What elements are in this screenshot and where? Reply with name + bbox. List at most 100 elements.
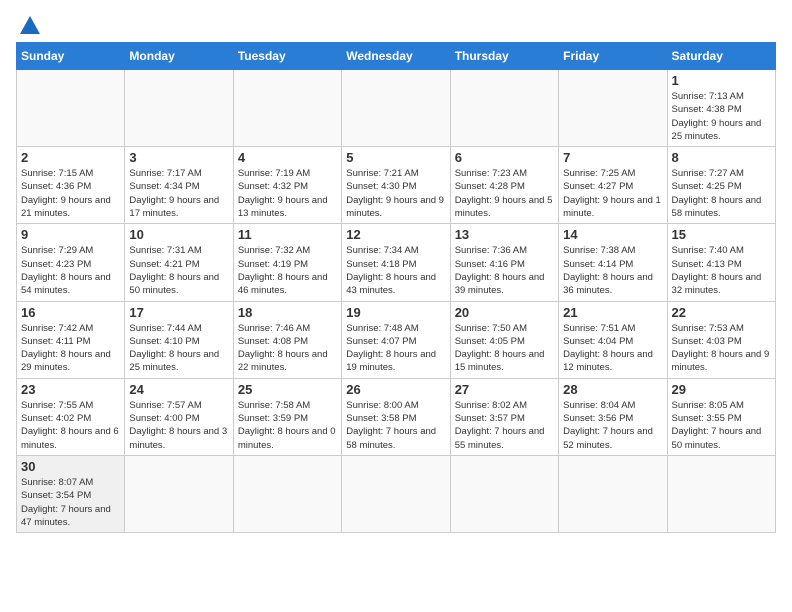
calendar-cell: 11 Sunrise: 7:32 AMSunset: 4:19 PMDayligh… (233, 224, 341, 301)
day-info: Sunrise: 7:23 AMSunset: 4:28 PMDaylight:… (455, 167, 554, 220)
day-number: 14 (563, 227, 662, 242)
day-info: Sunrise: 7:36 AMSunset: 4:16 PMDaylight:… (455, 244, 554, 297)
calendar-cell: 7 Sunrise: 7:25 AMSunset: 4:27 PMDaylight… (559, 147, 667, 224)
day-info: Sunrise: 7:46 AMSunset: 4:08 PMDaylight:… (238, 322, 337, 375)
day-info: Sunrise: 7:50 AMSunset: 4:05 PMDaylight:… (455, 322, 554, 375)
calendar-cell: 14 Sunrise: 7:38 AMSunset: 4:14 PMDayligh… (559, 224, 667, 301)
day-info: Sunrise: 7:17 AMSunset: 4:34 PMDaylight:… (129, 167, 228, 220)
day-number: 30 (21, 459, 120, 474)
day-info: Sunrise: 7:13 AMSunset: 4:38 PMDaylight:… (672, 90, 771, 143)
day-number: 27 (455, 382, 554, 397)
calendar-cell (559, 70, 667, 147)
calendar-cell: 8Sunrise: 7:27 AMSunset: 4:25 PMDaylight… (667, 147, 775, 224)
calendar-header-row: SundayMondayTuesdayWednesdayThursdayFrid… (17, 43, 776, 70)
day-info: Sunrise: 7:34 AMSunset: 4:18 PMDaylight:… (346, 244, 445, 297)
day-info: Sunrise: 7:42 AMSunset: 4:11 PMDaylight:… (21, 322, 120, 375)
calendar-cell: 23 Sunrise: 7:55 AMSunset: 4:02 PMDayligh… (17, 378, 125, 455)
day-number: 4 (238, 150, 337, 165)
day-number: 24 (129, 382, 228, 397)
calendar-cell: 5 Sunrise: 7:21 AMSunset: 4:30 PMDaylight… (342, 147, 450, 224)
calendar-cell: 19 Sunrise: 7:48 AMSunset: 4:07 PMDayligh… (342, 301, 450, 378)
calendar-cell (125, 70, 233, 147)
day-number: 19 (346, 305, 445, 320)
calendar-cell: 12Sunrise: 7:34 AMSunset: 4:18 PMDayligh… (342, 224, 450, 301)
calendar-cell: 22Sunrise: 7:53 AMSunset: 4:03 PMDayligh… (667, 301, 775, 378)
calendar-cell: 28 Sunrise: 8:04 AMSunset: 3:56 PMDayligh… (559, 378, 667, 455)
day-number: 20 (455, 305, 554, 320)
day-number: 13 (455, 227, 554, 242)
day-number: 1 (672, 73, 771, 88)
calendar-cell: 30Sunrise: 8:07 AMSunset: 3:54 PMDayligh… (17, 455, 125, 532)
day-of-week-header: Tuesday (233, 43, 341, 70)
calendar-cell (342, 455, 450, 532)
day-info: Sunrise: 8:05 AMSunset: 3:55 PMDaylight:… (672, 399, 771, 452)
calendar-cell: 20 Sunrise: 7:50 AMSunset: 4:05 PMDayligh… (450, 301, 558, 378)
calendar-cell: 13 Sunrise: 7:36 AMSunset: 4:16 PMDayligh… (450, 224, 558, 301)
day-of-week-header: Thursday (450, 43, 558, 70)
calendar-cell: 3 Sunrise: 7:17 AMSunset: 4:34 PMDaylight… (125, 147, 233, 224)
day-number: 26 (346, 382, 445, 397)
day-of-week-header: Wednesday (342, 43, 450, 70)
calendar-cell: 24 Sunrise: 7:57 AMSunset: 4:00 PMDayligh… (125, 378, 233, 455)
day-info: Sunrise: 7:25 AMSunset: 4:27 PMDaylight:… (563, 167, 662, 220)
calendar-cell: 27 Sunrise: 8:02 AMSunset: 3:57 PMDayligh… (450, 378, 558, 455)
day-info: Sunrise: 7:31 AMSunset: 4:21 PMDaylight:… (129, 244, 228, 297)
day-of-week-header: Monday (125, 43, 233, 70)
calendar-cell (450, 70, 558, 147)
calendar-cell (233, 455, 341, 532)
day-info: Sunrise: 7:15 AMSunset: 4:36 PMDaylight:… (21, 167, 120, 220)
day-number: 6 (455, 150, 554, 165)
calendar-cell: 4Sunrise: 7:19 AMSunset: 4:32 PMDaylight… (233, 147, 341, 224)
calendar-cell (559, 455, 667, 532)
calendar-cell: 17 Sunrise: 7:44 AMSunset: 4:10 PMDayligh… (125, 301, 233, 378)
day-number: 5 (346, 150, 445, 165)
calendar-cell: 26 Sunrise: 8:00 AMSunset: 3:58 PMDayligh… (342, 378, 450, 455)
calendar-cell (342, 70, 450, 147)
day-info: Sunrise: 7:55 AMSunset: 4:02 PMDaylight:… (21, 399, 120, 452)
day-number: 9 (21, 227, 120, 242)
calendar-cell: 2Sunrise: 7:15 AMSunset: 4:36 PMDaylight… (17, 147, 125, 224)
day-number: 8 (672, 150, 771, 165)
calendar-cell (233, 70, 341, 147)
day-of-week-header: Saturday (667, 43, 775, 70)
day-info: Sunrise: 7:58 AMSunset: 3:59 PMDaylight:… (238, 399, 337, 452)
day-number: 11 (238, 227, 337, 242)
logo (16, 16, 40, 32)
day-number: 16 (21, 305, 120, 320)
calendar-cell (125, 455, 233, 532)
calendar-cell: 15 Sunrise: 7:40 AMSunset: 4:13 PMDayligh… (667, 224, 775, 301)
day-info: Sunrise: 7:48 AMSunset: 4:07 PMDaylight:… (346, 322, 445, 375)
day-number: 7 (563, 150, 662, 165)
day-number: 28 (563, 382, 662, 397)
day-number: 25 (238, 382, 337, 397)
day-info: Sunrise: 8:02 AMSunset: 3:57 PMDaylight:… (455, 399, 554, 452)
day-number: 10 (129, 227, 228, 242)
calendar-cell (667, 455, 775, 532)
day-info: Sunrise: 7:21 AMSunset: 4:30 PMDaylight:… (346, 167, 445, 220)
day-number: 17 (129, 305, 228, 320)
calendar-cell: 21Sunrise: 7:51 AMSunset: 4:04 PMDayligh… (559, 301, 667, 378)
day-number: 22 (672, 305, 771, 320)
calendar-table: SundayMondayTuesdayWednesdayThursdayFrid… (16, 42, 776, 533)
day-number: 29 (672, 382, 771, 397)
day-number: 23 (21, 382, 120, 397)
calendar-cell: 9 Sunrise: 7:29 AMSunset: 4:23 PMDaylight… (17, 224, 125, 301)
day-info: Sunrise: 8:04 AMSunset: 3:56 PMDaylight:… (563, 399, 662, 452)
day-of-week-header: Friday (559, 43, 667, 70)
day-info: Sunrise: 7:40 AMSunset: 4:13 PMDaylight:… (672, 244, 771, 297)
calendar-cell: 1 Sunrise: 7:13 AMSunset: 4:38 PMDaylight… (667, 70, 775, 147)
page-header (16, 16, 776, 32)
day-number: 3 (129, 150, 228, 165)
day-info: Sunrise: 7:32 AMSunset: 4:19 PMDaylight:… (238, 244, 337, 297)
calendar-cell: 18Sunrise: 7:46 AMSunset: 4:08 PMDayligh… (233, 301, 341, 378)
day-info: Sunrise: 7:51 AMSunset: 4:04 PMDaylight:… (563, 322, 662, 375)
calendar-cell: 16 Sunrise: 7:42 AMSunset: 4:11 PMDayligh… (17, 301, 125, 378)
day-info: Sunrise: 7:38 AMSunset: 4:14 PMDaylight:… (563, 244, 662, 297)
calendar-cell (17, 70, 125, 147)
day-number: 15 (672, 227, 771, 242)
day-info: Sunrise: 8:00 AMSunset: 3:58 PMDaylight:… (346, 399, 445, 452)
day-info: Sunrise: 7:57 AMSunset: 4:00 PMDaylight:… (129, 399, 228, 452)
day-info: Sunrise: 7:44 AMSunset: 4:10 PMDaylight:… (129, 322, 228, 375)
calendar-cell: 6 Sunrise: 7:23 AMSunset: 4:28 PMDaylight… (450, 147, 558, 224)
day-info: Sunrise: 7:29 AMSunset: 4:23 PMDaylight:… (21, 244, 120, 297)
